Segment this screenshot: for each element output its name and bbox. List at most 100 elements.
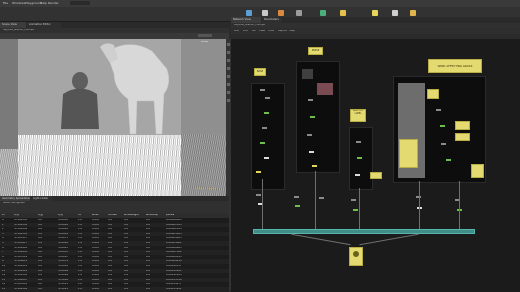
sticky-note-wind-bottom[interactable] <box>471 164 484 178</box>
network-menu-edit[interactable]: Edit <box>243 30 248 33</box>
table-cell: 11 <box>2 269 6 272</box>
node[interactable] <box>355 174 360 176</box>
node[interactable] <box>265 97 270 99</box>
network-box-base[interactable] <box>251 83 285 190</box>
node[interactable] <box>264 157 269 159</box>
node[interactable] <box>351 199 356 201</box>
scene-viewport[interactable]: Persp Houdini Engine <box>0 39 229 196</box>
camera-label[interactable]: Persp <box>201 41 208 44</box>
node[interactable] <box>307 134 312 136</box>
node[interactable] <box>436 109 441 111</box>
wireframe-icon[interactable] <box>227 51 230 54</box>
menu-render[interactable]: Render <box>48 2 59 5</box>
node[interactable] <box>262 127 267 129</box>
table-cell: 0.0 <box>108 242 113 244</box>
column-header[interactable]: windamp <box>146 214 158 217</box>
network-path[interactable]: obj/Dist_station_clumps <box>234 24 265 27</box>
node[interactable] <box>353 209 358 211</box>
column-header[interactable]: width <box>92 214 99 217</box>
deform-icon[interactable] <box>320 10 326 16</box>
network-menu-tools[interactable]: Tools <box>268 30 274 33</box>
sticky-note-inactive[interactable]: INACTIVE LABEL <box>350 109 366 122</box>
menu-file[interactable]: File <box>3 2 8 5</box>
create-icon[interactable] <box>246 10 252 16</box>
sticky-note-wind-detail[interactable] <box>399 139 418 168</box>
geometry-spreadsheet[interactable]: Pt P[x] P[y] P[z] Cd width curveu windweight win… <box>0 213 229 292</box>
node[interactable] <box>295 205 300 207</box>
table-cell: -0.0962 <box>58 242 69 244</box>
node[interactable] <box>446 159 451 161</box>
camera-menu[interactable] <box>198 34 212 37</box>
sticky-note-side[interactable] <box>370 172 382 179</box>
node[interactable] <box>264 112 269 114</box>
sticky-note-noise[interactable]: NOISE <box>308 47 323 55</box>
node[interactable] <box>441 143 446 145</box>
node[interactable] <box>356 141 361 143</box>
node[interactable] <box>312 165 317 167</box>
sticky-note-wind-small[interactable] <box>427 89 439 99</box>
network-menu-add[interactable]: Add <box>234 30 239 33</box>
light-icon[interactable] <box>392 10 398 16</box>
node[interactable] <box>260 89 265 91</box>
column-header[interactable]: curveu <box>108 214 117 217</box>
network-menu-layout[interactable]: Layout <box>278 30 287 33</box>
column-header[interactable]: Pt <box>2 214 5 217</box>
menu-help[interactable]: Help <box>40 2 47 5</box>
sticky-note-wind-right-2[interactable] <box>455 133 470 141</box>
network-menu-help[interactable]: Help <box>289 30 295 33</box>
table-cell: 0.0 <box>124 269 129 272</box>
menu-windows[interactable]: Windows <box>12 2 25 5</box>
table-cell: 1.0 <box>78 269 83 272</box>
visibility-icon[interactable] <box>227 99 230 102</box>
table-cell: 0.0 <box>146 251 151 254</box>
noise-color-node[interactable] <box>317 83 333 95</box>
shading-icon[interactable] <box>227 59 230 62</box>
node[interactable] <box>309 151 314 153</box>
table-cell: 0.0 <box>146 265 151 267</box>
polygon-icon[interactable] <box>296 10 302 16</box>
column-header[interactable]: windweight <box>124 214 139 217</box>
column-header[interactable]: pscale <box>166 214 174 217</box>
modify-icon[interactable] <box>262 10 268 16</box>
column-header[interactable]: P[y] <box>38 214 43 217</box>
network-menu-go[interactable]: Go <box>252 30 256 33</box>
camera-icon[interactable] <box>227 91 230 94</box>
node[interactable] <box>357 157 362 159</box>
model-icon[interactable] <box>278 10 284 16</box>
table-cell: 1.0 <box>78 288 83 290</box>
merge-node-bar[interactable] <box>253 229 475 234</box>
table-cell: 1.0 <box>78 242 83 244</box>
network-menu-view[interactable]: View <box>259 30 265 33</box>
display-icon[interactable] <box>227 43 230 46</box>
sticky-note-wind[interactable]: WIND AFFECTING GRASS <box>428 59 482 73</box>
node[interactable] <box>260 142 265 144</box>
rigging-icon[interactable] <box>372 10 378 16</box>
node[interactable] <box>256 194 261 196</box>
table-row[interactable]: 15 -0.194561 0.0 -0.1023 1.0 0.005 0.0 0.0 0.0 0.… <box>0 287 229 292</box>
network-editor[interactable]: BASE NOISE INACTIVE LABEL WIND AFFECTING… <box>231 39 520 292</box>
column-header[interactable]: Cd <box>78 214 81 217</box>
render-icon[interactable] <box>410 10 416 16</box>
node[interactable] <box>308 99 313 101</box>
node[interactable] <box>256 171 261 173</box>
table-cell: 0.00014277 <box>166 283 182 286</box>
node[interactable] <box>310 116 315 118</box>
node[interactable] <box>319 197 324 199</box>
viewport-path[interactable]: obj/Dist_station_clumps <box>3 29 34 32</box>
table-cell: 0.0 <box>124 246 129 249</box>
column-header[interactable]: P[z] <box>58 214 63 217</box>
column-header[interactable]: P[x] <box>14 214 19 217</box>
snap-icon[interactable] <box>227 83 230 86</box>
table-cell: 0.0 <box>146 269 151 272</box>
lighting-icon[interactable] <box>227 67 230 70</box>
table-cell: 7 <box>2 251 4 254</box>
node[interactable] <box>440 125 445 127</box>
table-cell: -0.0943 <box>58 246 69 249</box>
desktop-selector[interactable] <box>70 1 90 5</box>
grid-icon[interactable] <box>227 75 230 78</box>
wire <box>262 179 263 229</box>
texture-icon[interactable] <box>340 10 346 16</box>
sticky-note-base[interactable]: BASE <box>254 68 266 76</box>
sticky-note-wind-right[interactable] <box>455 121 470 130</box>
node[interactable] <box>294 196 299 198</box>
